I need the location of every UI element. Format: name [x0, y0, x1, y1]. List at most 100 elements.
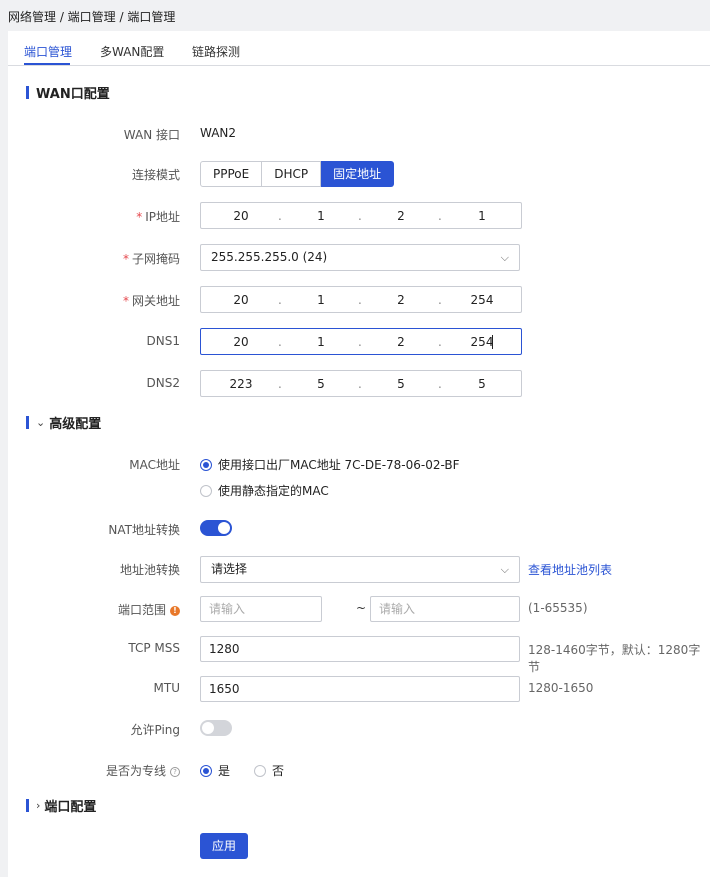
- mac-factory-label: 使用接口出厂MAC地址 7C-DE-78-06-02-BF: [218, 458, 460, 472]
- mtu-hint: 1280-1650: [528, 681, 594, 695]
- dns2-label: DNS2: [146, 376, 180, 390]
- ip-octet[interactable]: 5: [462, 377, 502, 391]
- dedicated-line-label-text: 是否为专线: [105, 764, 166, 778]
- mode-dhcp-button[interactable]: DHCP: [262, 161, 322, 187]
- port-config-section-toggle[interactable]: › 端口配置: [26, 796, 96, 815]
- ip-dot: .: [358, 209, 362, 223]
- breadcrumb: 网络管理 / 端口管理 / 端口管理: [8, 10, 176, 24]
- ip-dot: .: [278, 377, 282, 391]
- apply-button[interactable]: 应用: [200, 833, 248, 859]
- tcp-mss-input[interactable]: 1280: [200, 636, 520, 662]
- port-range-start-input[interactable]: 请输入: [200, 596, 322, 622]
- ip-octet[interactable]: 1: [301, 209, 341, 223]
- ip-octet[interactable]: 2: [381, 335, 421, 349]
- view-address-pool-link[interactable]: 查看地址池列表: [528, 561, 612, 578]
- gateway-label-text: 网关地址: [131, 294, 180, 308]
- ip-octet[interactable]: 254: [462, 293, 502, 307]
- mode-pppoe-button[interactable]: PPPoE: [200, 161, 263, 187]
- subnet-mask-label-text: 子网掩码: [131, 252, 180, 266]
- tab-port-management[interactable]: 端口管理: [24, 43, 72, 60]
- wan-interface-label: WAN 接口: [123, 128, 180, 142]
- ip-dot: .: [278, 293, 282, 307]
- address-pool-select[interactable]: 请选择 ⌵: [200, 556, 520, 583]
- section-marker: [26, 416, 29, 429]
- dedicated-yes-option[interactable]: 是: [200, 762, 230, 779]
- ip-octet[interactable]: 1: [301, 335, 341, 349]
- chevron-down-icon: ⌵: [500, 563, 509, 576]
- ip-octet[interactable]: 254: [462, 335, 502, 349]
- subnet-mask-value: 255.255.255.0 (24): [211, 250, 328, 264]
- help-icon[interactable]: ?: [170, 766, 180, 777]
- ip-address-input[interactable]: 20 . 1 . 2 . 1: [200, 202, 522, 229]
- nat-toggle[interactable]: [200, 520, 232, 536]
- ip-address-label-text: IP地址: [145, 210, 180, 224]
- dns2-input[interactable]: 223 . 5 . 5 . 5: [200, 370, 522, 397]
- ip-octet[interactable]: 5: [301, 377, 341, 391]
- radio-unselected-icon[interactable]: [200, 484, 212, 497]
- wan-interface-value: WAN2: [200, 126, 237, 140]
- dedicated-no-option[interactable]: 否: [254, 762, 284, 779]
- nat-label: NAT地址转换: [108, 523, 180, 537]
- required-mark: *: [136, 210, 143, 224]
- mtu-label: MTU: [153, 681, 180, 695]
- ip-octet[interactable]: 2: [381, 293, 421, 307]
- section-marker: [26, 799, 29, 812]
- subnet-mask-label: * 子网掩码: [8, 250, 180, 267]
- dedicated-line-label: 是否为专线?: [8, 762, 180, 779]
- ip-octet[interactable]: 1: [301, 293, 341, 307]
- dns1-input[interactable]: 20 . 1 . 2 . 254: [200, 328, 522, 355]
- dedicated-yes-label: 是: [218, 764, 231, 778]
- ip-octet[interactable]: 2: [381, 209, 421, 223]
- gateway-input[interactable]: 20 . 1 . 2 . 254: [200, 286, 522, 313]
- required-mark: *: [122, 252, 129, 266]
- ip-dot: .: [358, 293, 362, 307]
- subnet-mask-select[interactable]: 255.255.255.0 (24) ⌵: [200, 244, 520, 271]
- advanced-section-label: 高级配置: [49, 417, 102, 432]
- radio-selected-icon[interactable]: [200, 458, 212, 471]
- ip-dot: .: [358, 335, 362, 349]
- wan-section-title: WAN口配置: [26, 83, 110, 102]
- allow-ping-toggle[interactable]: [200, 720, 232, 736]
- ip-octet[interactable]: 20: [221, 293, 261, 307]
- port-range-hint: (1-65535): [528, 601, 588, 615]
- chevron-right-icon: ›: [36, 799, 41, 812]
- tab-link-probe[interactable]: 链路探测: [192, 43, 240, 60]
- tab-bar: 端口管理 多WAN配置 链路探测: [8, 31, 710, 66]
- ip-dot: .: [438, 377, 442, 391]
- tcp-mss-hint: 128-1460字节，默认：1280字节: [528, 643, 701, 674]
- mac-address-label: MAC地址: [129, 458, 180, 472]
- tab-multi-wan[interactable]: 多WAN配置: [100, 43, 164, 60]
- dns1-label: DNS1: [146, 334, 180, 348]
- mtu-input[interactable]: 1650: [200, 676, 520, 702]
- ip-address-label: * IP地址: [8, 208, 180, 225]
- mode-static-button[interactable]: 固定地址: [321, 161, 395, 187]
- ip-octet[interactable]: 5: [381, 377, 421, 391]
- chevron-down-icon: ⌵: [500, 251, 509, 264]
- port-range-label-text: 端口范围: [117, 603, 166, 617]
- ip-octet[interactable]: 1: [462, 209, 502, 223]
- port-range-separator: ~: [356, 601, 367, 615]
- connection-mode-selector: PPPoE DHCP 固定地址: [200, 161, 395, 187]
- port-range-end-input[interactable]: 请输入: [370, 596, 520, 622]
- toggle-knob: [202, 722, 214, 734]
- ip-octet[interactable]: 20: [221, 209, 261, 223]
- section-marker: [26, 86, 29, 99]
- advanced-section-toggle[interactable]: ⌄ 高级配置: [26, 413, 101, 432]
- ip-octet[interactable]: 20: [221, 335, 261, 349]
- mac-static-option[interactable]: 使用静态指定的MAC: [200, 482, 329, 499]
- warning-icon[interactable]: !: [170, 605, 180, 616]
- ip-octet[interactable]: 223: [221, 377, 261, 391]
- connection-mode-label: 连接模式: [131, 168, 180, 182]
- required-mark: *: [122, 294, 129, 308]
- ip-dot: .: [438, 209, 442, 223]
- mac-factory-option[interactable]: 使用接口出厂MAC地址 7C-DE-78-06-02-BF: [200, 456, 460, 473]
- main-panel: 端口管理 多WAN配置 链路探测 WAN口配置 WAN 接口 WAN2 连接模式…: [8, 31, 710, 877]
- address-pool-label: 地址池转换: [119, 563, 180, 577]
- address-pool-placeholder: 请选择: [211, 562, 248, 576]
- ip-dot: .: [278, 335, 282, 349]
- radio-selected-icon[interactable]: [200, 764, 212, 777]
- radio-unselected-icon[interactable]: [254, 764, 266, 777]
- gateway-label: * 网关地址: [8, 292, 180, 309]
- ip-dot: .: [438, 293, 442, 307]
- mac-static-label: 使用静态指定的MAC: [218, 484, 329, 498]
